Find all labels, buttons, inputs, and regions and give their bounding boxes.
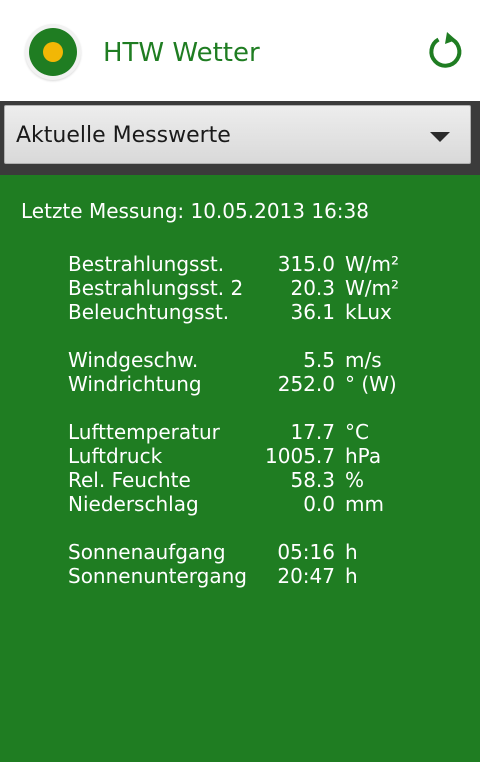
measurement-value: 05:16 xyxy=(277,540,335,564)
measurement-unit: h xyxy=(345,564,358,588)
measurement-row: Beleuchtungsst. 36.1 kLux xyxy=(68,300,468,324)
chevron-down-icon xyxy=(430,132,450,142)
last-measurement: Letzte Messung: 10.05.2013 16:38 xyxy=(21,199,369,223)
measurement-value: 58.3 xyxy=(290,468,335,492)
measurement-row: Windgeschw. 5.5 m/s xyxy=(68,348,468,372)
measurement-row: Sonnenuntergang 20:47 h xyxy=(68,564,468,588)
measurement-label: Lufttemperatur xyxy=(68,420,220,444)
view-selector-dropdown[interactable]: Aktuelle Messwerte xyxy=(4,105,471,164)
measurement-unit: m/s xyxy=(345,348,382,372)
measurement-unit: ° (W) xyxy=(345,372,397,396)
measurement-value: 5.5 xyxy=(303,348,335,372)
measurement-unit: mm xyxy=(345,492,384,516)
measurement-unit: °C xyxy=(345,420,369,444)
measurement-label: Bestrahlungsst. 2 xyxy=(68,276,244,300)
htw-logo-icon xyxy=(25,24,81,80)
measurement-row: Windrichtung 252.0 ° (W) xyxy=(68,372,468,396)
measurement-value: 17.7 xyxy=(290,420,335,444)
measurement-row: Lufttemperatur 17.7 °C xyxy=(68,420,468,444)
measurement-unit: kLux xyxy=(345,300,392,324)
measurement-unit: % xyxy=(345,468,365,492)
measurement-unit: h xyxy=(345,540,358,564)
measurement-value: 0.0 xyxy=(303,492,335,516)
measurement-label: Beleuchtungsst. xyxy=(68,300,230,324)
view-selector-value: Aktuelle Messwerte xyxy=(16,123,231,148)
measurement-row: Rel. Feuchte 58.3 % xyxy=(68,468,468,492)
measurement-row: Sonnenaufgang 05:16 h xyxy=(68,540,468,564)
measurement-unit: W/m² xyxy=(345,276,400,300)
measurement-row: Luftdruck 1005.7 hPa xyxy=(68,444,468,468)
measurement-row: Bestrahlungsst. 2 20.3 W/m² xyxy=(68,276,468,300)
measurement-label: Bestrahlungsst. xyxy=(68,252,225,276)
measurement-value: 1005.7 xyxy=(265,444,335,468)
measurement-label: Rel. Feuchte xyxy=(68,468,191,492)
measurement-unit: W/m² xyxy=(345,252,400,276)
logo-ring xyxy=(29,28,77,76)
measurement-label: Windgeschw. xyxy=(68,348,199,372)
refresh-icon xyxy=(429,32,462,68)
measurement-value: 20:47 xyxy=(277,564,335,588)
measurement-label: Niederschlag xyxy=(68,492,199,516)
app-title: HTW Wetter xyxy=(103,38,260,68)
refresh-button[interactable] xyxy=(426,30,466,74)
measurement-value: 20.3 xyxy=(290,276,335,300)
measurement-value: 36.1 xyxy=(290,300,335,324)
measurement-row: Niederschlag 0.0 mm xyxy=(68,492,468,516)
logo-dot xyxy=(43,42,63,62)
measurement-label: Sonnenaufgang xyxy=(68,540,226,564)
measurement-label: Sonnenuntergang xyxy=(68,564,247,588)
measurement-label: Windrichtung xyxy=(68,372,202,396)
measurement-unit: hPa xyxy=(345,444,382,468)
measurement-label: Luftdruck xyxy=(68,444,163,468)
measurement-value: 315.0 xyxy=(277,252,335,276)
measurement-row: Bestrahlungsst. 315.0 W/m² xyxy=(68,252,468,276)
app-bar: HTW Wetter xyxy=(0,0,480,101)
measurement-value: 252.0 xyxy=(277,372,335,396)
